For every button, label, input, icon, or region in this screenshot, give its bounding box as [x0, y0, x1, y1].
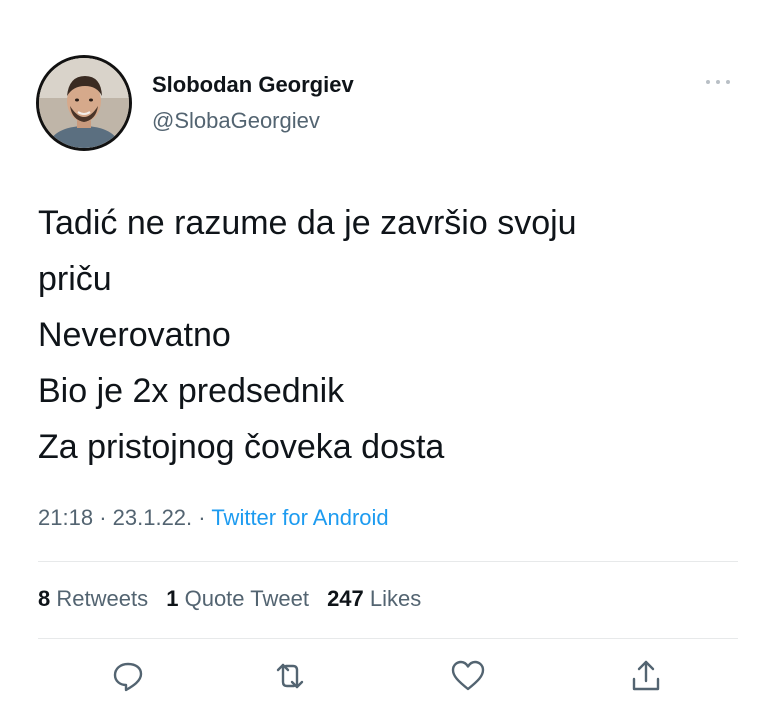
- author-name[interactable]: Slobodan Georgiev: [152, 72, 354, 98]
- tweet-text: Tadić ne razume da je završio svoju prič…: [38, 195, 738, 475]
- tweet-stats: 8 Retweets 1 Quote Tweet 247 Likes: [38, 586, 433, 612]
- tweet-text-line: priču: [38, 260, 112, 298]
- meta-separator: ·: [198, 505, 206, 530]
- avatar[interactable]: [36, 55, 132, 151]
- divider: [38, 638, 738, 639]
- tweet-text-line: Tadić ne razume da je završio svoju: [38, 204, 577, 242]
- quotes-stat[interactable]: 1 Quote Tweet: [166, 586, 309, 611]
- tweet-text-line: Bio je 2x predsednik: [38, 372, 345, 410]
- tweet-source-link[interactable]: Twitter for Android: [211, 505, 388, 530]
- tweet-time[interactable]: 21:18: [38, 505, 93, 530]
- likes-label: Likes: [369, 586, 422, 611]
- tweet-card: Slobodan Georgiev @SlobaGeorgiev Tadić n…: [0, 0, 770, 727]
- tweet-actions: [0, 656, 770, 696]
- likes-count: 247: [327, 586, 364, 611]
- meta-separator: ·: [99, 505, 107, 530]
- tweet-date[interactable]: 23.1.22.: [113, 505, 193, 530]
- more-options-icon[interactable]: [700, 74, 736, 90]
- retweets-count: 8: [38, 586, 51, 611]
- retweets-label: Retweets: [56, 586, 149, 611]
- quotes-count: 1: [166, 586, 179, 611]
- quotes-label: Quote Tweet: [184, 586, 309, 611]
- tweet-meta: 21:18 · 23.1.22. · Twitter for Android: [38, 505, 389, 531]
- retweet-icon[interactable]: [270, 656, 310, 696]
- reply-icon[interactable]: [108, 656, 148, 696]
- author-handle[interactable]: @SlobaGeorgiev: [152, 108, 320, 134]
- divider: [38, 561, 738, 562]
- retweets-stat[interactable]: 8 Retweets: [38, 586, 148, 611]
- avatar-photo-icon: [39, 58, 129, 148]
- tweet-text-line: Neverovatno: [38, 316, 231, 354]
- likes-stat[interactable]: 247 Likes: [327, 586, 421, 611]
- like-icon[interactable]: [448, 656, 488, 696]
- tweet-text-line: Za pristojnog čoveka dosta: [38, 428, 445, 466]
- share-icon[interactable]: [626, 656, 666, 696]
